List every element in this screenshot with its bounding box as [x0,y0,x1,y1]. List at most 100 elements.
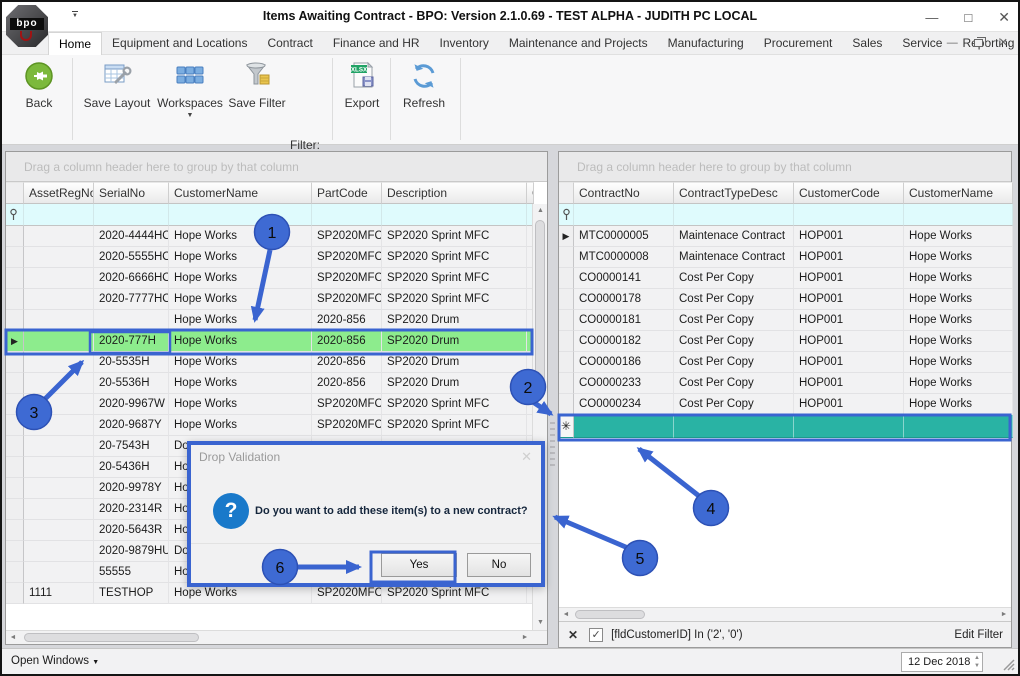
item-row[interactable]: 20-5536HHope Works2020-856SP2020 Drum [6,373,534,394]
left-group-by-bar[interactable]: Drag a column header here to group by th… [6,152,547,182]
contract-row[interactable]: CO0000181Cost Per CopyHOP001Hope Works [559,310,1013,331]
back-button[interactable]: Back [12,59,66,110]
cell: Hope Works [169,247,312,268]
dialog-close-icon[interactable]: ✕ [521,449,532,465]
contract-row[interactable]: CO0000233Cost Per CopyHOP001Hope Works [559,373,1013,394]
date-field[interactable]: 12 Dec 2018 ▲ ▼ [901,652,983,672]
contract-row[interactable]: CO0000234Cost Per CopyHOP001Hope Works [559,394,1013,415]
quick-access-dropdown-icon[interactable]: ▼ [72,11,78,19]
panel-splitter[interactable] [550,422,555,468]
column-header-customercode[interactable]: CustomerCode [794,182,904,204]
right-group-by-bar[interactable]: Drag a column header here to group by th… [559,152,1011,182]
item-row[interactable]: ▶2020-777HHope Works2020-856SP2020 Drum [6,331,534,352]
row-indicator [559,268,574,289]
tab-manufacturing[interactable]: Manufacturing [658,32,754,55]
item-row[interactable]: 2020-9967WHope WorksSP2020MFCSP2020 Spri… [6,394,534,415]
refresh-button[interactable]: Refresh [394,59,454,110]
remove-filter-icon[interactable]: ✕ [568,628,578,642]
open-windows-dropdown[interactable]: Open Windows ▼ [11,655,99,667]
new-contract-row[interactable]: ✳ [559,415,1013,438]
column-header-contracttypedesc[interactable]: ContractTypeDesc [674,182,794,204]
scroll-left-icon[interactable]: ◄ [6,631,20,645]
tab-service[interactable]: Service [892,32,952,55]
cell: 20-5535H [94,352,169,373]
column-header-assetregno[interactable]: AssetRegNo [24,182,94,204]
filter-cell[interactable] [94,204,169,226]
cell [904,415,1013,438]
scroll-right-icon[interactable]: ► [997,608,1011,622]
tab-maintenance-and-projects[interactable]: Maintenance and Projects [499,32,658,55]
filter-enabled-checkbox[interactable]: ✓ [589,628,603,642]
date-spin-up-icon[interactable]: ▲ [974,654,980,662]
filter-cell[interactable] [24,204,94,226]
filter-cell[interactable] [574,204,674,226]
yes-button[interactable]: Yes [381,553,457,577]
column-header-partcode[interactable]: PartCode [312,182,382,204]
filter-cell[interactable] [794,204,904,226]
maximize-button[interactable]: □ [964,10,972,25]
save-layout-button[interactable]: Save Layout [78,59,156,110]
tab-inventory[interactable]: Inventory [430,32,499,55]
resize-grip[interactable] [1003,659,1015,671]
minimize-button[interactable]: — [925,10,938,25]
item-row[interactable]: 2020-4444HOHope WorksSP2020MFCSP2020 Spr… [6,226,534,247]
cell: HOP001 [794,331,904,352]
row-indicator [6,289,24,310]
filter-cell[interactable] [674,204,794,226]
scroll-thumb[interactable] [575,610,645,619]
right-grid-hscrollbar[interactable]: ◄ ► [559,607,1011,621]
cell: CO0000141 [574,268,674,289]
no-button[interactable]: No [467,553,531,577]
cell: SP2020 Drum [382,310,527,331]
scroll-thumb[interactable] [24,633,199,642]
filter-cell[interactable] [382,204,527,226]
cell [24,415,94,436]
workspaces-button[interactable]: Workspaces ▼ [154,59,226,119]
contract-row[interactable]: MTC0000008Maintenace ContractHOP001Hope … [559,247,1013,268]
tab-equipment-and-locations[interactable]: Equipment and Locations [102,32,257,55]
edit-filter-link[interactable]: Edit Filter [954,629,1003,641]
mdi-minimize-button[interactable]: — [947,37,958,49]
item-row[interactable]: 2020-6666HOHope WorksSP2020MFCSP2020 Spr… [6,268,534,289]
filter-cell[interactable] [312,204,382,226]
left-grid-hscrollbar[interactable]: ◄ ► [6,630,547,644]
export-button[interactable]: XLSX Export [336,59,388,110]
save-filter-button[interactable]: Save Filter [224,59,290,110]
item-row[interactable]: 2020-9687YHope WorksSP2020MFCSP2020 Spri… [6,415,534,436]
contract-row[interactable]: ▶MTC0000005Maintenace ContractHOP001Hope… [559,226,1013,247]
ribbon-toolbar: Back Save Layout [2,55,1018,145]
column-header-c[interactable]: C [527,182,534,204]
cell [24,352,94,373]
scroll-thumb[interactable] [535,220,545,390]
item-row[interactable]: 2020-5555HOHope WorksSP2020MFCSP2020 Spr… [6,247,534,268]
filter-cell[interactable] [904,204,1013,226]
contract-row[interactable]: CO0000178Cost Per CopyHOP001Hope Works [559,289,1013,310]
scroll-down-icon[interactable]: ▼ [533,616,548,630]
tab-finance-and-hr[interactable]: Finance and HR [323,32,430,55]
column-header-contractno[interactable]: ContractNo [574,182,674,204]
date-spin-down-icon[interactable]: ▼ [974,662,980,670]
tab-sales[interactable]: Sales [842,32,892,55]
scroll-left-icon[interactable]: ◄ [559,608,573,622]
tab-contract[interactable]: Contract [257,32,322,55]
tab-procurement[interactable]: Procurement [754,32,843,55]
mdi-close-button[interactable]: ✕ [999,36,1008,49]
item-row[interactable]: 2020-7777HOHope WorksSP2020MFCSP2020 Spr… [6,289,534,310]
column-header-customername[interactable]: CustomerName [169,182,312,204]
column-header-customername[interactable]: CustomerName [904,182,1013,204]
filter-expression[interactable]: [fldCustomerID] In ('2', '0') [611,629,743,641]
cell: Cost Per Copy [674,289,794,310]
item-row[interactable]: 20-5535HHope Works2020-856SP2020 Drum [6,352,534,373]
item-row[interactable]: Hope Works2020-856SP2020 Drum [6,310,534,331]
contract-row[interactable]: CO0000186Cost Per CopyHOP001Hope Works [559,352,1013,373]
scroll-right-icon[interactable]: ► [518,631,532,645]
mdi-restore-button[interactable] [974,39,983,47]
tab-home[interactable]: Home [48,32,102,55]
column-header-serialno[interactable]: SerialNo [94,182,169,204]
close-button[interactable]: ✕ [998,9,1010,26]
scroll-up-icon[interactable]: ▲ [533,204,548,218]
filter-cell[interactable] [169,204,312,226]
column-header-description[interactable]: Description [382,182,527,204]
contract-row[interactable]: CO0000141Cost Per CopyHOP001Hope Works [559,268,1013,289]
contract-row[interactable]: CO0000182Cost Per CopyHOP001Hope Works [559,331,1013,352]
